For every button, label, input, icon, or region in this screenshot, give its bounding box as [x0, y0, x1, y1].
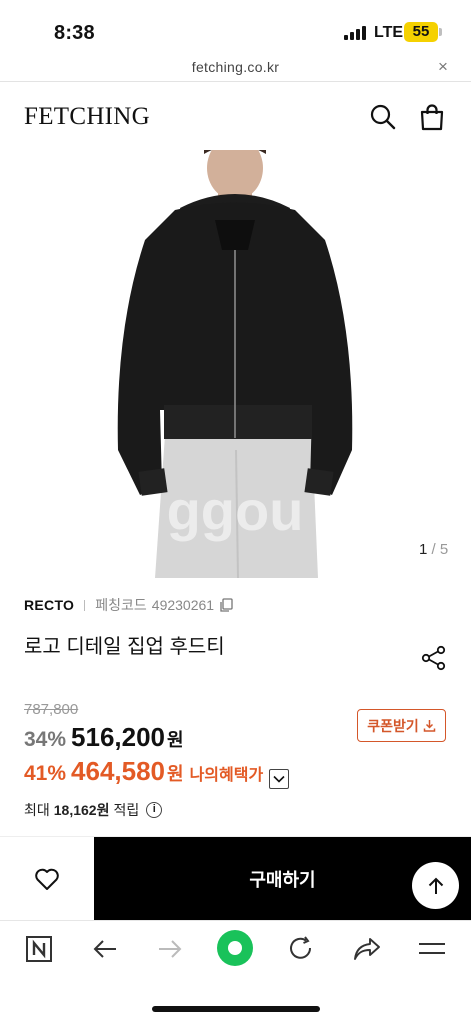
refresh-icon [290, 936, 312, 959]
site-logo[interactable]: FETCHING [24, 103, 150, 131]
home-indicator[interactable] [152, 1006, 320, 1012]
download-icon [423, 720, 436, 732]
refresh-button[interactable] [285, 933, 317, 965]
points-amount: 18,162원 [53, 802, 110, 818]
url-text[interactable]: fetching.co.kr [0, 59, 471, 75]
benefit-price-row: 41% 464,580 원 나의혜택가 [24, 756, 290, 789]
wishlist-button[interactable] [0, 837, 94, 921]
watermark-text: ggou [167, 479, 304, 542]
info-icon[interactable]: i [146, 802, 163, 818]
close-icon[interactable]: × [438, 57, 448, 77]
coupon-button[interactable]: 쿠폰받기 [357, 709, 446, 742]
green-dot-icon [217, 930, 253, 966]
share-icon[interactable] [421, 645, 447, 671]
forward-button[interactable] [154, 933, 186, 965]
share-arrow-icon [354, 938, 380, 960]
benefit-discount-rate: 41% [24, 762, 67, 785]
scroll-to-top-button[interactable] [412, 862, 459, 909]
sale-price: 516,200 [71, 722, 166, 752]
copy-icon[interactable] [219, 598, 233, 612]
product-photo: ggou [117, 150, 353, 578]
benefit-currency-unit: 원 [167, 764, 184, 784]
url-bar[interactable]: fetching.co.kr × [0, 56, 471, 82]
naver-icon [26, 936, 52, 962]
points-suffix: 적립 [113, 802, 140, 818]
share-page-button[interactable] [351, 933, 383, 965]
arrow-right-icon [159, 940, 182, 958]
arrow-up-icon [428, 877, 443, 894]
image-pager: 1 / 5 [419, 541, 448, 558]
network-label: LTE [374, 24, 404, 41]
brand-row: RECTO 페칭코드 49230261 [24, 595, 233, 615]
menu-button[interactable] [416, 933, 448, 965]
chevron-down-icon[interactable] [269, 769, 290, 789]
pager-total: / 5 [431, 541, 449, 558]
benefit-price: 464,580 [71, 756, 166, 786]
sale-price-row: 34% 516,200 원 [24, 722, 184, 753]
divider [84, 599, 86, 611]
battery-nub [439, 28, 442, 36]
arrow-left-icon [93, 940, 116, 958]
hamburger-icon [419, 943, 445, 954]
product-code: 49230261 [151, 597, 215, 613]
product-title: 로고 디테일 집업 후드티 [24, 636, 225, 658]
pager-current: 1 [419, 541, 428, 558]
heart-icon [35, 868, 59, 890]
points-prefix: 최대 [24, 802, 50, 818]
naver-home-button[interactable] [23, 933, 55, 965]
status-time: 8:38 [54, 22, 95, 44]
currency-unit: 원 [167, 730, 184, 750]
benefit-label: 나의혜택가 [189, 767, 264, 784]
site-header: FETCHING [0, 84, 471, 150]
signal-icon [344, 26, 366, 40]
product-code-label: 페칭코드 [95, 597, 147, 613]
shopping-bag-icon[interactable] [417, 102, 447, 132]
purchase-bar: 구매하기 [0, 836, 471, 921]
points-row: 최대 18,162원 적립 i [24, 800, 163, 820]
status-bar: 8:38 LTE 55 [0, 0, 471, 60]
search-icon[interactable] [368, 102, 398, 132]
original-price: 787,800 [24, 701, 79, 718]
green-dot-button[interactable] [216, 929, 254, 967]
discount-rate: 34% [24, 728, 67, 751]
coupon-button-label: 쿠폰받기 [367, 717, 419, 734]
back-button[interactable] [89, 933, 121, 965]
product-image[interactable]: ggou 1 / 5 [0, 150, 471, 578]
battery-icon: 55 [404, 22, 438, 42]
brand-name[interactable]: RECTO [24, 597, 74, 613]
